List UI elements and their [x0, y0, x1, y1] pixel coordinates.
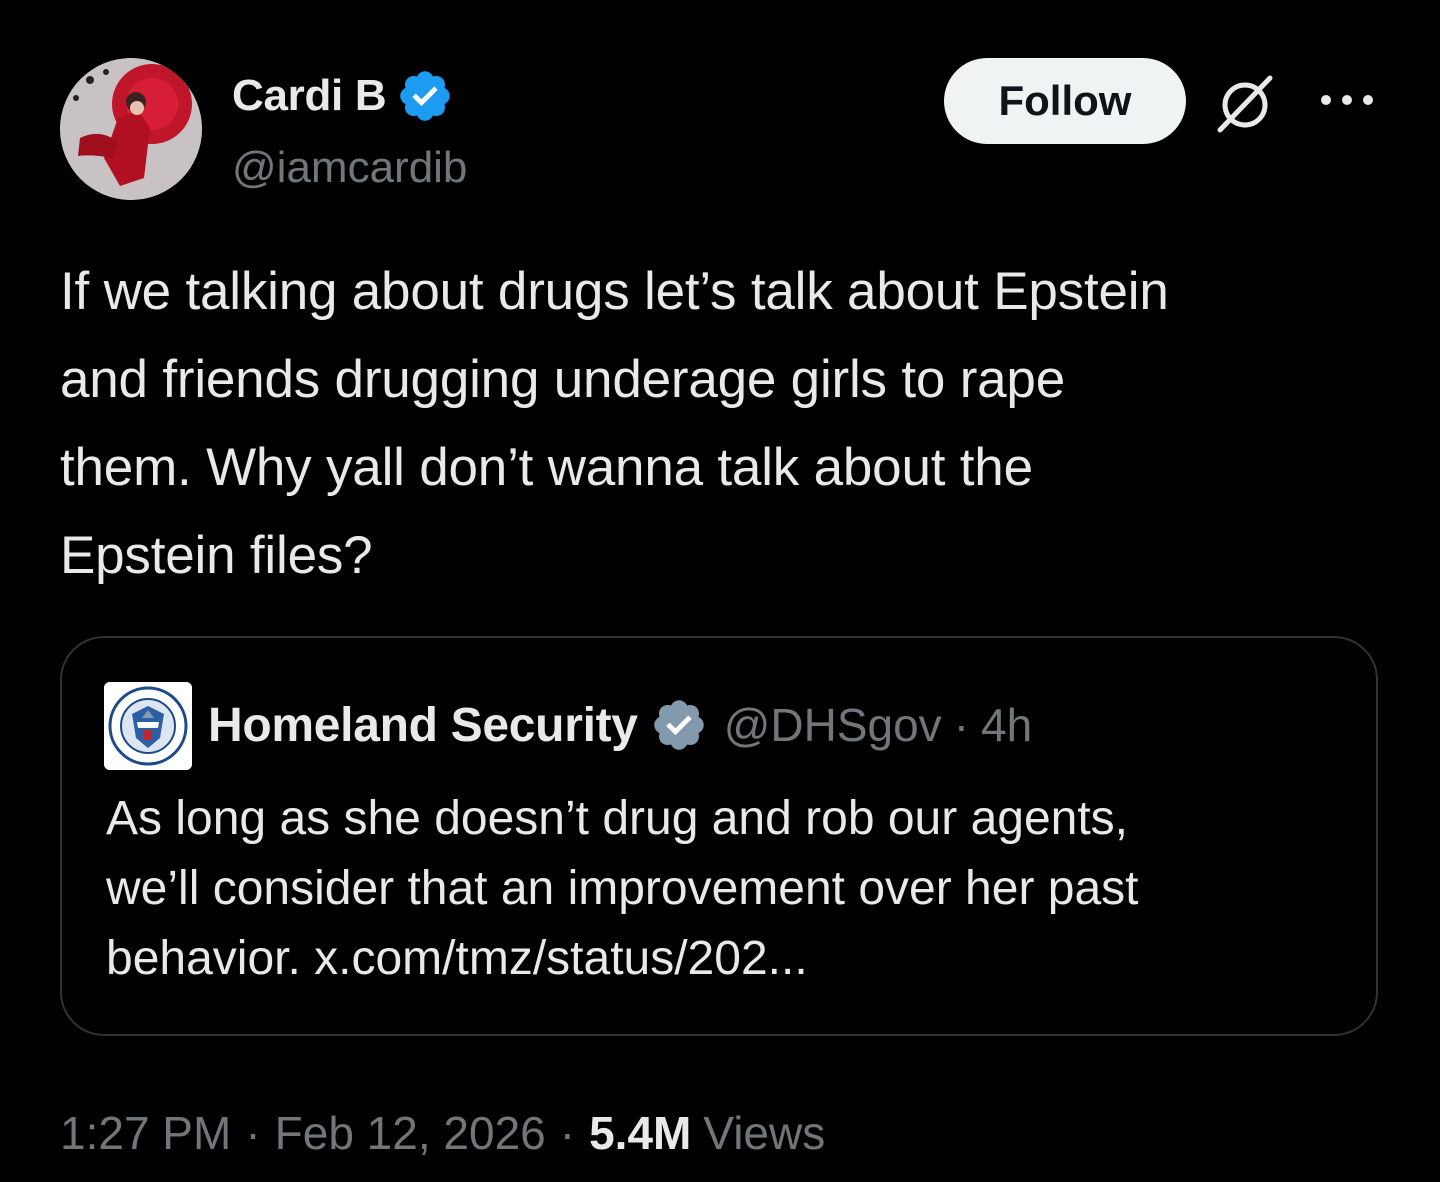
avatar-image: [60, 58, 202, 200]
views-label[interactable]: Views: [703, 1106, 825, 1160]
author-avatar[interactable]: [60, 58, 202, 200]
tweet-time[interactable]: 1:27 PM: [60, 1106, 231, 1160]
tweet-meta: 1:27 PM · Feb 12, 2026 · 5.4M Views: [60, 1098, 825, 1168]
quote-separator: ·: [953, 699, 970, 751]
quote-handle[interactable]: @DHSgov: [724, 698, 942, 752]
follow-button[interactable]: Follow: [944, 58, 1186, 144]
author-name-row: Cardi B: [232, 66, 454, 126]
meta-separator: ·: [559, 1107, 576, 1159]
tweet-text: If we talking about drugs let’s talk abo…: [60, 262, 1169, 585]
tweet-date[interactable]: Feb 12, 2026: [275, 1106, 546, 1160]
quoted-tweet[interactable]: Homeland Security @DHSgov · 4h As long a…: [60, 636, 1378, 1036]
quote-author-avatar[interactable]: [104, 682, 192, 770]
quote-timestamp[interactable]: 4h: [981, 698, 1032, 752]
more-options-icon[interactable]: [1318, 86, 1376, 114]
quote-display-name[interactable]: Homeland Security: [208, 698, 638, 753]
views-count[interactable]: 5.4M: [589, 1106, 691, 1160]
tweet-card: Cardi B @iamcardib Follow If we talking …: [0, 0, 1440, 1182]
blue-verified-icon[interactable]: [396, 67, 454, 125]
author-display-name[interactable]: Cardi B: [232, 66, 387, 126]
gray-verified-icon[interactable]: [650, 696, 708, 754]
author-handle[interactable]: @iamcardib: [232, 138, 467, 198]
quote-text: As long as she doesn’t drug and rob our …: [106, 792, 1139, 985]
quote-header: Homeland Security @DHSgov · 4h: [208, 692, 1032, 758]
meta-separator: ·: [245, 1107, 261, 1159]
dhs-seal-icon: [104, 682, 192, 770]
grok-icon[interactable]: [1212, 70, 1278, 136]
